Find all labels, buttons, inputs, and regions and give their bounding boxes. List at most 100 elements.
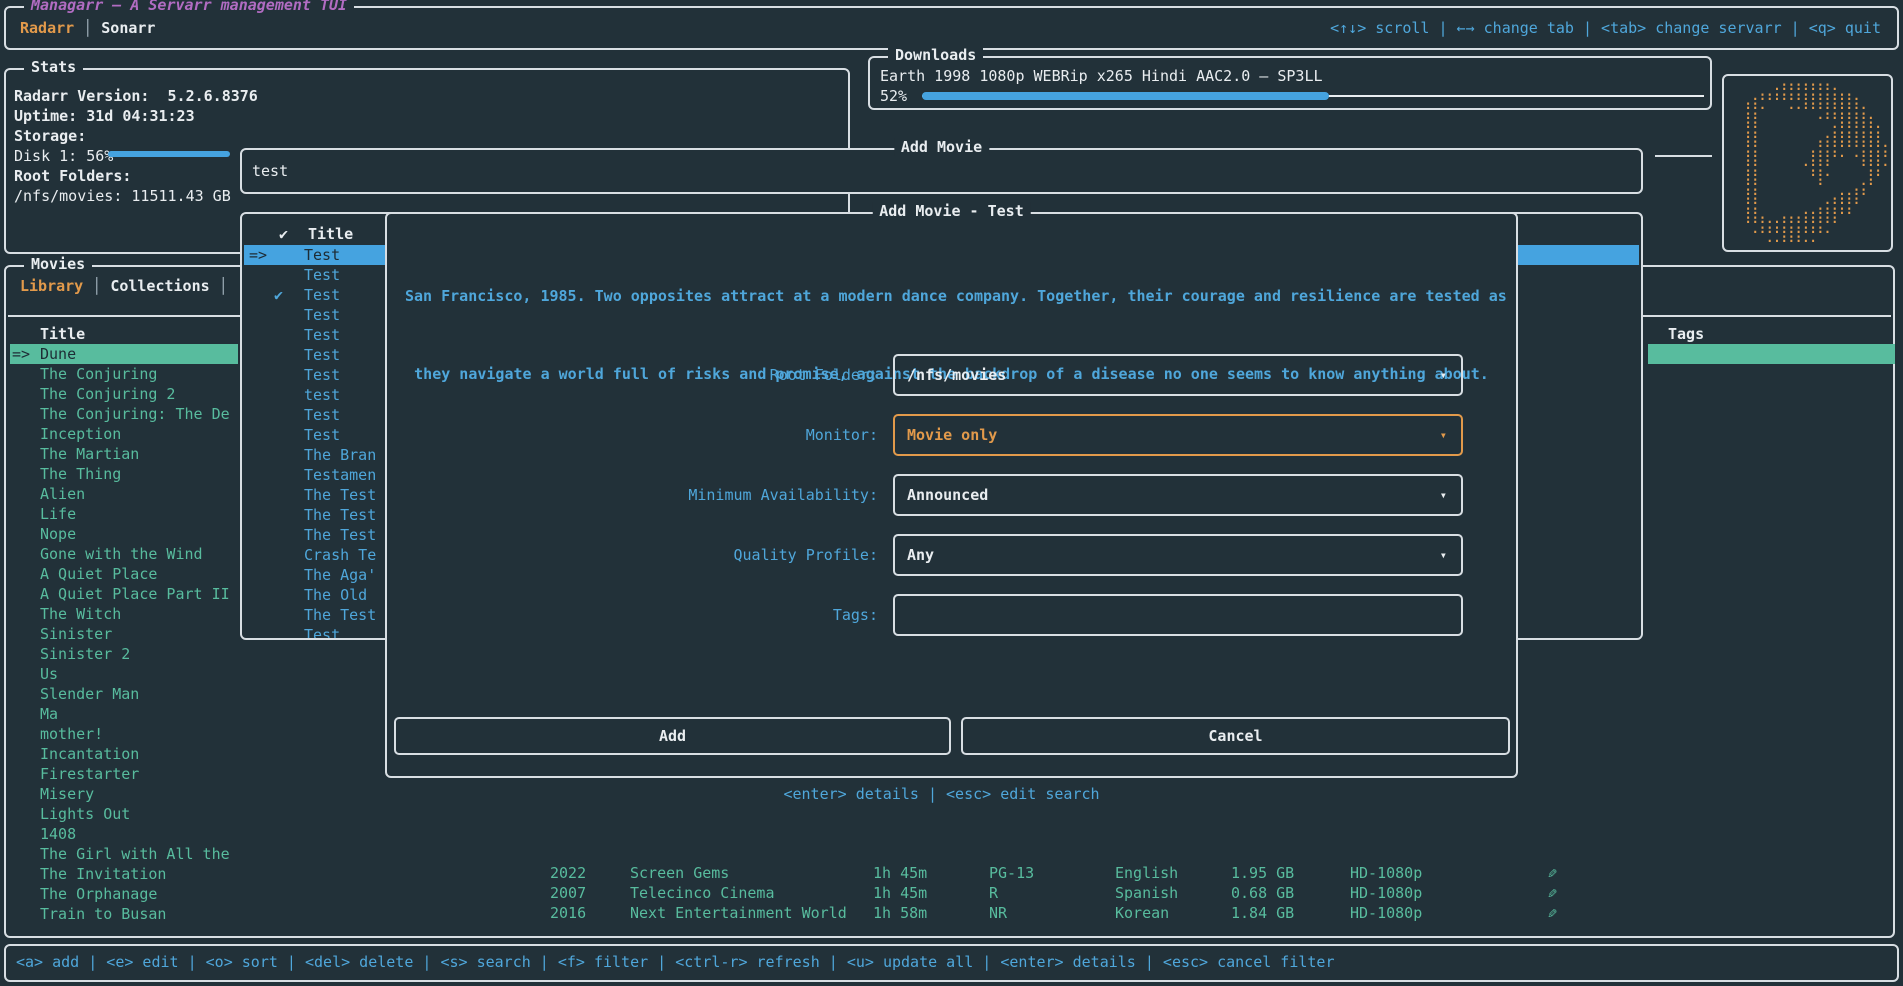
download-percent: 52% (880, 86, 907, 106)
movie-list-item[interactable]: mother! (10, 724, 238, 744)
uptime: Uptime: 31d 04:31:23 (14, 106, 195, 126)
size-cell: 1.84 GB (1231, 903, 1294, 923)
movie-list-item[interactable]: The Witch (10, 604, 238, 624)
tags-column-header: Tags (1668, 324, 1704, 344)
movie-list-item[interactable]: Sinister (10, 624, 238, 644)
downloads-panel-title: Downloads (888, 46, 983, 64)
description-line-1: San Francisco, 1985. Two opposites attra… (405, 283, 1498, 309)
monitored-check-icon (274, 305, 304, 325)
selection-marker (10, 704, 40, 724)
result-title: The Test (304, 605, 376, 625)
footer-help-hints: <a> add | <e> edit | <o> sort | <del> de… (16, 952, 1335, 972)
rating-cell: PG-13 (989, 863, 1034, 883)
result-title: The Test (304, 505, 376, 525)
movie-list-item[interactable]: Inception (10, 424, 238, 444)
root-folder-value: /nfs/movies (907, 366, 1006, 384)
movie-list-item[interactable]: 1408 (10, 824, 238, 844)
monitor-label: Monitor: (806, 414, 878, 456)
add-movie-search-title: Add Movie (894, 138, 989, 156)
monitor-select[interactable]: Movie only▾ (893, 414, 1463, 456)
table-row[interactable]: 2007 Telecinco Cinema 1h 45m R Spanish 0… (0, 883, 1903, 903)
movie-list-item[interactable]: The Conjuring: The De (10, 404, 238, 424)
quality-cell: HD-1080p (1350, 903, 1422, 923)
movie-list-item[interactable]: Us (10, 664, 238, 684)
selection-marker (10, 584, 40, 604)
result-title: Test (304, 405, 340, 425)
quality-profile-value: Any (907, 546, 934, 564)
tab-separator: │ (83, 19, 92, 37)
search-input[interactable]: test (252, 161, 288, 181)
selection-marker (244, 505, 274, 525)
tab-library[interactable]: Library (20, 277, 83, 295)
movie-list-item[interactable]: The Conjuring (10, 364, 238, 384)
movie-title: Misery (40, 784, 94, 804)
movie-list-item[interactable]: Ma (10, 704, 238, 724)
table-row[interactable]: 2022 Screen Gems 1h 45m PG-13 English 1.… (0, 863, 1903, 883)
movie-list-item[interactable]: Misery (10, 784, 238, 804)
movie-list-item[interactable]: Lights Out (10, 804, 238, 824)
table-row[interactable]: 2016 Next Entertainment World 1h 58m NR … (0, 903, 1903, 923)
movie-list-item[interactable]: A Quiet Place Part II (10, 584, 238, 604)
movie-list-item[interactable]: Sinister 2 (10, 644, 238, 664)
selection-marker (244, 485, 274, 505)
movie-title: Sinister (40, 624, 112, 644)
size-cell: 0.68 GB (1231, 883, 1294, 903)
movie-list-item[interactable]: Nope (10, 524, 238, 544)
minimum-availability-select[interactable]: Announced▾ (893, 474, 1463, 516)
selection-marker (244, 345, 274, 365)
movie-title: Firestarter (40, 764, 139, 784)
result-title: Crash Te (304, 545, 376, 565)
movie-title: mother! (40, 724, 103, 744)
language-cell: Spanish (1115, 883, 1178, 903)
managarr-app: Managarr – A Servarr management TUI Rada… (0, 0, 1903, 986)
servarr-tabs: Radarr │ Sonarr (20, 18, 155, 38)
selected-row-highlight-right (1648, 344, 1895, 364)
add-button[interactable]: Add (394, 717, 951, 755)
monitored-check-icon (274, 525, 304, 545)
movie-list-item[interactable]: The Martian (10, 444, 238, 464)
movie-list-item[interactable]: Incantation (10, 744, 238, 764)
root-folder-select[interactable]: /nfs/movies▾ (893, 354, 1463, 396)
radarr-logo-panel: .:::::::. .:::::::::::::. ::. ..::::::::… (1722, 74, 1893, 252)
result-title: Test (304, 245, 340, 265)
movie-list-item[interactable]: =>Dune (10, 344, 238, 364)
movie-list-item[interactable]: Firestarter (10, 764, 238, 784)
selection-marker (10, 784, 40, 804)
movie-list-item[interactable]: Life (10, 504, 238, 524)
cancel-button[interactable]: Cancel (961, 717, 1510, 755)
tab-radarr[interactable]: Radarr (20, 19, 74, 37)
movie-list-item[interactable]: Slender Man (10, 684, 238, 704)
runtime-cell: 1h 45m (873, 863, 927, 883)
tab-collections[interactable]: Collections (110, 277, 209, 295)
chevron-down-icon: ▾ (1440, 416, 1447, 454)
top-bar: Managarr – A Servarr management TUI Rada… (4, 6, 1899, 50)
quality-profile-select[interactable]: Any▾ (893, 534, 1463, 576)
monitored-column-header-check-icon: ✔ (279, 224, 288, 244)
movie-list-item[interactable]: Alien (10, 484, 238, 504)
quality-cell: HD-1080p (1350, 863, 1422, 883)
movie-list-item[interactable]: The Conjuring 2 (10, 384, 238, 404)
result-title: The Bran (304, 445, 376, 465)
selection-marker (244, 565, 274, 585)
stats-panel-title: Stats (24, 58, 83, 76)
movie-list-item[interactable]: A Quiet Place (10, 564, 238, 584)
selection-marker (244, 385, 274, 405)
movie-list-item[interactable]: The Girl with All the (10, 844, 238, 864)
movie-title: The Conjuring 2 (40, 384, 175, 404)
result-title: The Aga' (304, 565, 376, 585)
add-movie-search-panel: Add Movie test (240, 148, 1643, 194)
selection-marker (10, 504, 40, 524)
quality-cell: HD-1080p (1350, 883, 1422, 903)
language-cell: Korean (1115, 903, 1169, 923)
movie-list-item[interactable]: The Thing (10, 464, 238, 484)
selection-marker (10, 544, 40, 564)
movie-list-item[interactable]: Gone with the Wind (10, 544, 238, 564)
selection-marker (244, 585, 274, 605)
movie-title: Inception (40, 424, 121, 444)
modal-help-hints: <enter> details | <esc> edit search (240, 784, 1643, 804)
tab-sonarr[interactable]: Sonarr (101, 19, 155, 37)
studio-cell: Telecinco Cinema (630, 883, 775, 903)
monitored-check-icon (274, 625, 304, 640)
selection-marker (244, 285, 274, 305)
tags-input[interactable] (893, 594, 1463, 636)
